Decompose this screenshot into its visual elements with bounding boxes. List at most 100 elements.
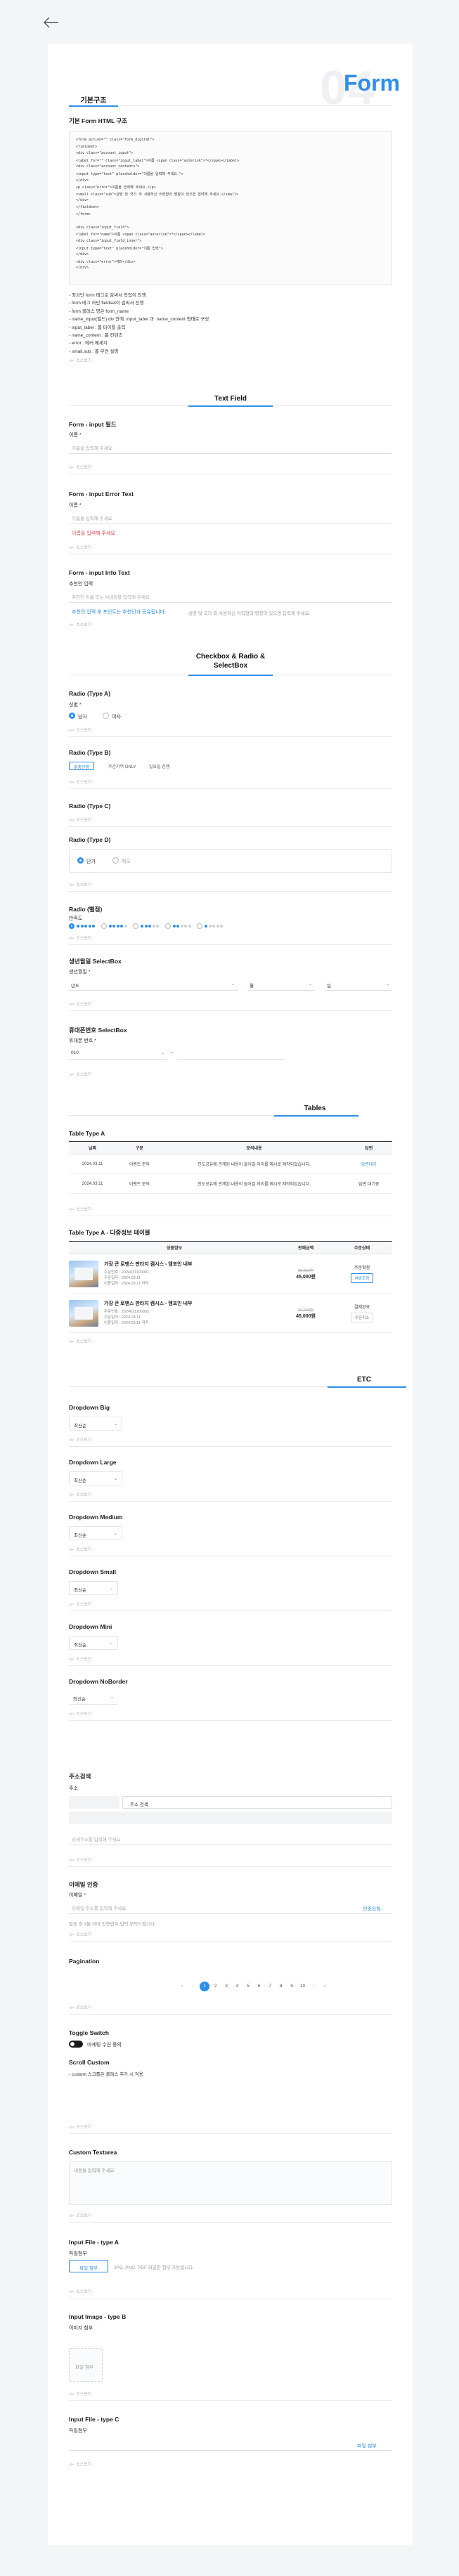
phone-prefix-value: 010 — [71, 1050, 79, 1055]
page-number[interactable]: 8 — [276, 1982, 286, 1991]
radio-d-option-2[interactable] — [112, 857, 119, 864]
view-source-link[interactable]: 소스보기 — [69, 727, 91, 733]
pagination-nav-icon[interactable]: » — [320, 1982, 330, 1991]
birth-year-select[interactable]: 년도 ⌄ — [69, 978, 238, 991]
file-c-attach-button[interactable]: 파일 첨부 — [357, 2442, 377, 2450]
page-number[interactable]: 4 — [233, 1982, 243, 1991]
radio-b-option-3[interactable]: 일요일 진행 — [145, 762, 174, 770]
view-source-link[interactable]: 소스보기 — [69, 1546, 91, 1552]
phone-prefix-select[interactable]: 010 ⌄ — [69, 1047, 167, 1060]
section-underline — [188, 405, 273, 407]
page-number[interactable]: 9 — [287, 1982, 297, 1991]
product-thumbnail[interactable] — [69, 1299, 98, 1327]
product-thumbnail[interactable] — [69, 1260, 98, 1287]
page-number[interactable]: 7 — [265, 1982, 275, 1991]
name-input-error[interactable]: 이름을 입력해 주세요 — [69, 509, 392, 524]
view-source-link[interactable]: 소스보기 — [69, 1710, 91, 1717]
pagination-nav-icon[interactable]: › — [309, 1982, 318, 1991]
page-number[interactable]: 6 — [254, 1982, 264, 1991]
code-line: </div> — [76, 178, 89, 183]
view-source-link[interactable]: 소스보기 — [69, 544, 91, 550]
rating-radio[interactable] — [133, 923, 138, 929]
file-a-attach-button[interactable]: 파일 첨부 — [69, 2260, 108, 2272]
back-arrow-icon[interactable] — [44, 17, 59, 28]
product-meta: 주문번호 : 2024031100002 — [104, 1310, 150, 1314]
table-b: 상품정보 판매금액 주문상태 가장 큰 로맨스 판타지 캠시스 - 엠포인 내부 주문… — [69, 1241, 392, 1333]
page-number[interactable]: 10 — [298, 1982, 308, 1991]
page-number[interactable]: 3 — [221, 1982, 231, 1991]
rating-radio[interactable] — [164, 923, 171, 929]
code-line: <label for="name">이름 <span class="asteri… — [76, 233, 205, 238]
table-cell[interactable]: 답변 대기중 — [345, 1173, 392, 1194]
pagination-nav-icon[interactable]: « — [177, 1982, 187, 1991]
name-input[interactable]: 이름을 입력해 주세요 — [69, 438, 392, 454]
view-source-link[interactable]: 소스보기 — [69, 1601, 91, 1607]
table-cell[interactable]: 답변대기 — [345, 1154, 392, 1174]
view-source-link[interactable]: 소스보기 — [69, 621, 91, 627]
address-search-button[interactable]: 주소 검색 — [122, 1796, 392, 1809]
sort-dropdown[interactable]: 최신순 ⌄ — [69, 1471, 122, 1485]
chevron-down-icon: ⌄ — [113, 1422, 117, 1426]
star-icon — [84, 925, 87, 928]
view-source-link[interactable]: 소스보기 — [69, 1491, 91, 1497]
page-number[interactable]: 2 — [211, 1982, 221, 1991]
radio-d-option-1[interactable] — [77, 857, 84, 864]
view-source-link[interactable]: 소스보기 — [69, 2288, 91, 2294]
divider — [69, 826, 392, 827]
radio-female[interactable] — [103, 713, 109, 719]
code-line: <fieldset> — [76, 144, 98, 149]
view-source-link[interactable]: 소스보기 — [69, 1338, 91, 1344]
page-number[interactable]: 1 — [200, 1982, 209, 1991]
verify-request-button[interactable]: 인증요청 — [363, 1906, 381, 1913]
view-source-link[interactable]: 소스보기 — [69, 2461, 91, 2467]
view-source-link[interactable]: 소스보기 — [69, 817, 91, 823]
view-source-link[interactable]: 소스보기 — [69, 2123, 91, 2130]
view-source-link[interactable]: 소스보기 — [69, 1001, 91, 1007]
sort-dropdown[interactable]: 최신순 ⌄ — [69, 1417, 122, 1431]
view-source-link[interactable]: 소스보기 — [69, 1206, 91, 1212]
view-source-link[interactable]: 소스보기 — [69, 464, 91, 470]
product-name[interactable]: 가장 큰 로맨스 판타지 캠시스 - 엠포인 내부 — [104, 1300, 192, 1307]
chevron-down-icon: ⌄ — [308, 982, 312, 987]
rating-radio[interactable] — [101, 923, 107, 929]
marketing-toggle[interactable] — [69, 2041, 83, 2048]
address-detail-input[interactable]: 상세주소를 입력해 주세요 — [69, 1830, 392, 1845]
birth-month-select[interactable]: 월 ⌄ — [247, 978, 315, 991]
page-number[interactable]: 5 — [243, 1982, 253, 1991]
view-source-link[interactable]: 소스보기 — [69, 357, 91, 363]
sort-dropdown[interactable]: 최신순 ⌄ — [69, 1691, 118, 1705]
birth-day-select[interactable]: 일 ⌄ — [325, 978, 392, 991]
order-action-button[interactable]: 배송조회 — [350, 1273, 374, 1283]
sort-dropdown[interactable]: 최신순 ⌄ — [69, 1636, 118, 1650]
view-source-link[interactable]: 소스보기 — [69, 1655, 91, 1662]
address-zip-input[interactable] — [69, 1796, 119, 1809]
radio-b-option-1[interactable]: 주중진행 — [69, 762, 95, 770]
pagination-nav-icon[interactable]: ‹ — [188, 1982, 198, 1991]
view-source-link[interactable]: 소스보기 — [69, 1856, 91, 1863]
view-source-link[interactable]: 소스보기 — [69, 1436, 91, 1443]
custom-textarea[interactable]: 내용을 입력해 주세요 — [69, 2161, 392, 2205]
radio-male[interactable] — [69, 713, 75, 719]
rating-radio[interactable] — [69, 923, 75, 929]
view-source-link[interactable]: 소스보기 — [69, 2212, 91, 2218]
view-source-link[interactable]: 소스보기 — [69, 2390, 91, 2397]
phone-number-input[interactable] — [177, 1047, 284, 1060]
order-action-button[interactable]: 주문취소 — [350, 1313, 374, 1322]
file-c-input[interactable] — [69, 2435, 392, 2451]
radio-b-option-2[interactable]: 주간지역 ONLY — [104, 762, 141, 770]
verify-email-input[interactable]: 이메일 주소를 입력해 주세요 — [69, 1899, 392, 1914]
birth-month-value: 월 — [250, 984, 254, 989]
view-source-link[interactable]: 소스보기 — [69, 2004, 91, 2010]
view-source-link[interactable]: 소스보기 — [69, 1931, 91, 1937]
rating-radio[interactable] — [197, 923, 202, 929]
product-name[interactable]: 가장 큰 로맨스 판타지 캠시스 - 엠포인 내부 — [104, 1261, 192, 1268]
image-b-upload[interactable]: 파일 첨부 — [69, 2348, 103, 2382]
sort-dropdown[interactable]: 최신순 ⌄ — [69, 1581, 118, 1595]
view-source-link[interactable]: 소스보기 — [69, 1071, 91, 1077]
view-source-link[interactable]: 소스보기 — [69, 935, 91, 941]
sort-dropdown[interactable]: 최신순 ⌄ — [69, 1526, 122, 1540]
view-source-link[interactable]: 소스보기 — [69, 779, 91, 785]
view-source-link[interactable]: 소스보기 — [69, 881, 91, 887]
address-line-input[interactable] — [69, 1811, 392, 1824]
referrer-input[interactable]: 추천인 이름 또는 닉네임을 입력해 주세요 — [69, 587, 392, 603]
